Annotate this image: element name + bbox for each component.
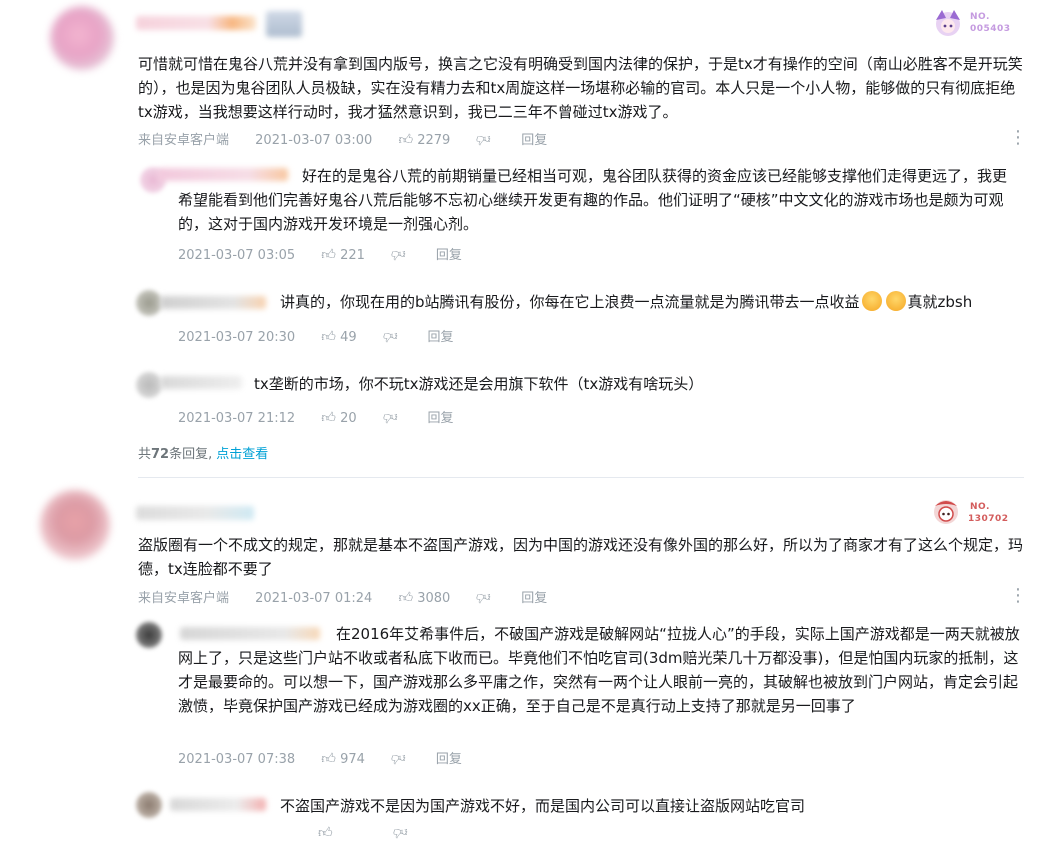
reply-text: tx垄断的市场，你不玩tx游戏还是会用旗下软件（tx游戏有啥玩头） bbox=[254, 375, 704, 393]
user-level-badge bbox=[266, 11, 302, 37]
reply-text-body: 讲真的，你现在用的b站腾讯有股份，你每在它上浪费一点流量就是为腾讯带去一点收益 bbox=[280, 293, 860, 311]
thumb-down-icon: 👍︎ bbox=[391, 750, 406, 766]
reply-button[interactable]: 回复 bbox=[521, 133, 547, 148]
avatar[interactable] bbox=[136, 622, 162, 648]
reply-text: 不盗国产游戏不是因为国产游戏不好，而是国内公司可以直接让盗版网站吃官司 bbox=[280, 797, 806, 815]
thumb-down-icon: 👍︎ bbox=[476, 589, 492, 605]
fan-badge-icon: NO. 130702 bbox=[928, 496, 1020, 530]
reply-meta-partial: 👍︎ 👍︎ bbox=[318, 824, 407, 841]
dislike-button[interactable]: 👍︎ bbox=[476, 589, 492, 606]
reply-text-tail: 真就zbsh bbox=[907, 293, 973, 311]
like-button[interactable]: 👍︎ 221 bbox=[321, 247, 365, 263]
divider bbox=[138, 477, 1024, 478]
reply-button[interactable]: 回复 bbox=[521, 591, 547, 606]
avatar[interactable] bbox=[136, 372, 162, 398]
like-button[interactable]: 👍︎ 974 bbox=[321, 751, 365, 767]
username[interactable] bbox=[136, 506, 254, 520]
reply-count-number: 72 bbox=[151, 447, 170, 462]
avatar[interactable] bbox=[136, 792, 162, 818]
like-button[interactable]: 👍︎ 49 bbox=[321, 329, 357, 345]
reply-button[interactable]: 回复 bbox=[436, 248, 462, 263]
reply-button[interactable]: 回复 bbox=[436, 752, 462, 767]
badge-no-label: NO. bbox=[970, 12, 990, 22]
username[interactable] bbox=[160, 296, 266, 309]
emoji-icon bbox=[861, 291, 882, 311]
thumb-up-icon: 👍︎ bbox=[398, 590, 414, 606]
more-vertical-icon[interactable]: ⋮ bbox=[1009, 129, 1027, 147]
comment-meta: 来自安卓客户端 2021-03-07 03:00 👍︎ 2279 👍︎ 回复 bbox=[138, 129, 547, 148]
reply-meta: 2021-03-07 21:12 👍︎ 20 👍︎ 回复 bbox=[178, 407, 454, 426]
like-count: 3080 bbox=[417, 591, 451, 606]
thumb-down-icon: 👍︎ bbox=[382, 328, 398, 344]
thumb-up-icon: 👍︎ bbox=[321, 410, 336, 426]
username[interactable] bbox=[160, 376, 242, 389]
dislike-button[interactable]: 👍︎ bbox=[382, 328, 398, 345]
reply-button[interactable]: 回复 bbox=[428, 330, 454, 345]
reply-text: 好在的是鬼谷八荒的前期销量已经相当可观，鬼谷团队获得的资金应该已经能够支撑他们走… bbox=[178, 167, 1008, 233]
dislike-button[interactable]: 👍︎ bbox=[391, 750, 406, 767]
thumb-down-icon[interactable]: 👍︎ bbox=[393, 824, 408, 841]
comment-meta: 来自安卓客户端 2021-03-07 01:24 👍︎ 3080 👍︎ 回复 bbox=[138, 587, 547, 606]
avatar[interactable] bbox=[136, 290, 162, 316]
username[interactable] bbox=[170, 798, 266, 811]
more-vertical-icon[interactable]: ⋮ bbox=[1009, 587, 1027, 605]
like-button[interactable]: 👍︎ 3080 bbox=[398, 590, 451, 606]
username[interactable] bbox=[136, 16, 256, 30]
like-count: 20 bbox=[340, 411, 357, 426]
reply-meta: 2021-03-07 20:30 👍︎ 49 👍︎ 回复 bbox=[178, 326, 454, 345]
avatar[interactable] bbox=[50, 6, 114, 70]
thumb-up-icon: 👍︎ bbox=[398, 132, 414, 148]
reply-time: 2021-03-07 20:30 bbox=[178, 330, 296, 345]
like-count: 221 bbox=[340, 248, 365, 263]
like-count: 2279 bbox=[417, 133, 451, 148]
comment-source: 来自安卓客户端 bbox=[138, 591, 230, 606]
comment-text: 盗版圈有一个不成文的规定，那就是基本不盗国产游戏，因为中国的游戏还没有像外国的那… bbox=[138, 536, 1024, 578]
like-button[interactable]: 👍︎ 2279 bbox=[398, 132, 451, 148]
like-count: 49 bbox=[340, 330, 357, 345]
badge-number: 005403 bbox=[970, 24, 1011, 34]
reply-count: 共72条回复, 点击查看 bbox=[138, 443, 268, 462]
reply-meta: 2021-03-07 03:05 👍︎ 221 👍︎ 回复 bbox=[178, 244, 462, 263]
reply-count-prefix: 共 bbox=[138, 447, 152, 462]
thumb-down-icon: 👍︎ bbox=[382, 409, 398, 425]
dislike-button[interactable]: 👍︎ bbox=[476, 131, 492, 148]
avatar[interactable] bbox=[40, 490, 110, 560]
reply-time: 2021-03-07 03:05 bbox=[178, 248, 296, 263]
reply-text: 在2016年艾希事件后，不破国产游戏是破解网站“拉拢人心”的手段，实际上国产游戏… bbox=[178, 625, 1020, 715]
reply-meta: 2021-03-07 07:38 👍︎ 974 👍︎ 回复 bbox=[178, 748, 462, 767]
emoji-icon bbox=[885, 291, 906, 311]
thumb-up-icon: 👍︎ bbox=[321, 751, 336, 767]
fan-badge-icon: NO. 005403 bbox=[930, 6, 1020, 40]
thumb-up-icon[interactable]: 👍︎ bbox=[318, 825, 333, 841]
reply-text: 讲真的，你现在用的b站腾讯有股份，你每在它上浪费一点流量就是为腾讯带去一点收益 真… bbox=[280, 290, 1030, 314]
comment-source: 来自安卓客户端 bbox=[138, 133, 230, 148]
badge-number: 130702 bbox=[968, 514, 1009, 524]
view-replies-link[interactable]: 点击查看 bbox=[216, 447, 268, 462]
reply-time: 2021-03-07 07:38 bbox=[178, 752, 296, 767]
badge-no-label: NO. bbox=[970, 502, 990, 512]
thumb-down-icon: 👍︎ bbox=[391, 246, 406, 262]
thumb-up-icon: 👍︎ bbox=[321, 247, 336, 263]
thumb-down-icon: 👍︎ bbox=[476, 131, 492, 147]
comment-time: 2021-03-07 01:24 bbox=[255, 591, 373, 606]
reply-count-suffix: 条回复, bbox=[169, 447, 213, 462]
comment-time: 2021-03-07 03:00 bbox=[255, 133, 373, 148]
reply-time: 2021-03-07 21:12 bbox=[178, 411, 296, 426]
like-button[interactable]: 👍︎ 20 bbox=[321, 410, 357, 426]
dislike-button[interactable]: 👍︎ bbox=[391, 246, 406, 263]
like-count: 974 bbox=[340, 752, 365, 767]
comment-text: 可惜就可惜在鬼谷八荒并没有拿到国内版号，换言之它没有明确受到国内法律的保护，于是… bbox=[138, 55, 1023, 121]
dislike-button[interactable]: 👍︎ bbox=[382, 409, 398, 426]
thumb-up-icon: 👍︎ bbox=[321, 329, 336, 345]
reply-button[interactable]: 回复 bbox=[428, 411, 454, 426]
